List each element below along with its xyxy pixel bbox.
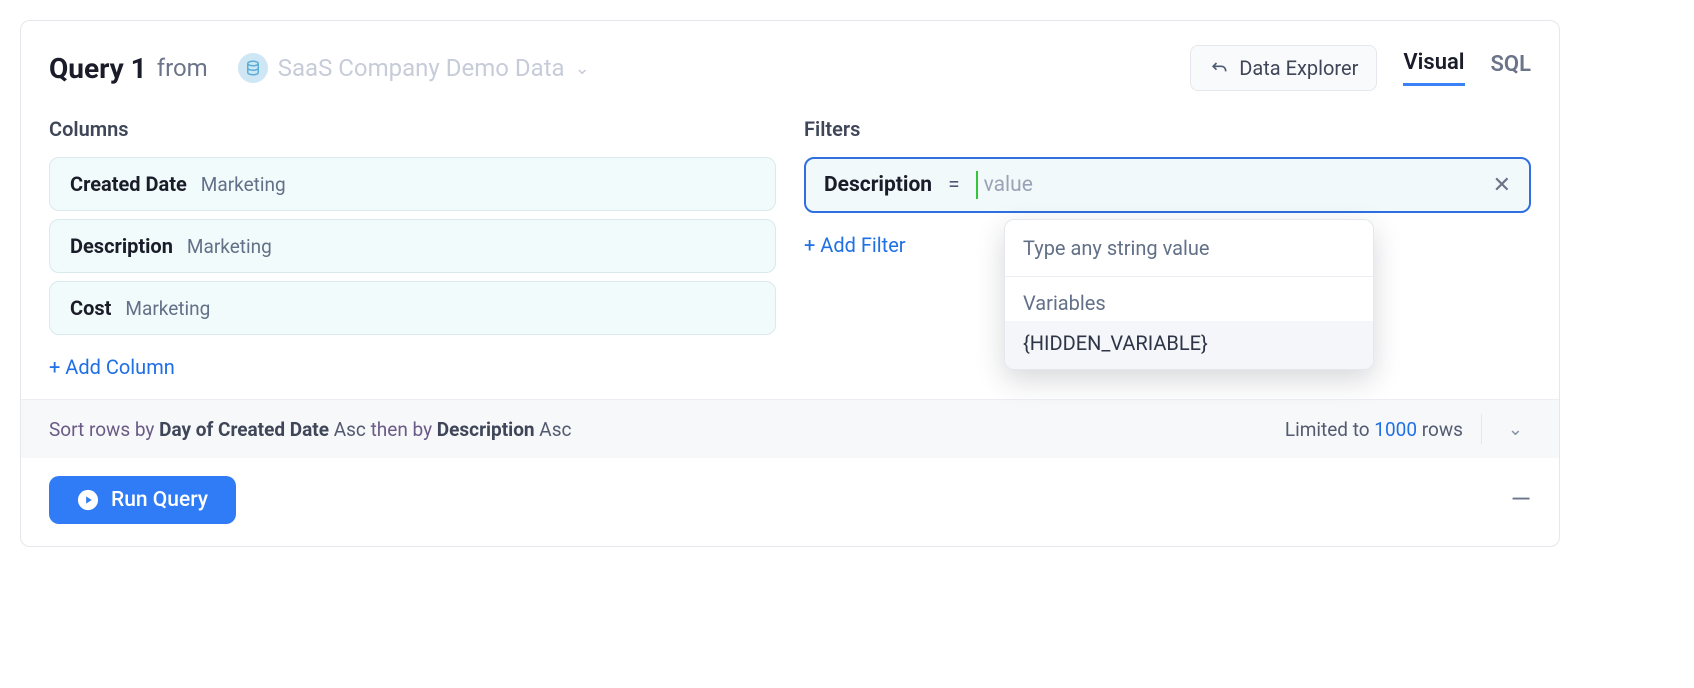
run-query-button[interactable]: Run Query <box>49 476 236 524</box>
row-limit[interactable]: Limited to 1000 rows <box>1285 418 1463 441</box>
divider <box>1481 414 1482 444</box>
back-arrow-icon <box>1209 58 1229 78</box>
limit-number: 1000 <box>1374 418 1417 441</box>
sort-field-1: Day of Created Date <box>159 418 329 441</box>
filter-field: Description <box>824 173 932 197</box>
filter-value-dropdown: Type any string value Variables {HIDDEN_… <box>1004 219 1374 370</box>
column-pill[interactable]: Description Marketing <box>49 219 776 273</box>
column-tag: Marketing <box>201 173 286 196</box>
dropdown-hint: Type any string value <box>1005 220 1373 277</box>
dropdown-group-label: Variables <box>1005 277 1373 321</box>
sort-dir-1: Asc <box>334 418 371 441</box>
minimize-icon[interactable]: — <box>1511 485 1531 515</box>
sort-bar: Sort rows by Day of Created Date Asc the… <box>21 399 1559 458</box>
columns-title: Columns <box>49 117 776 141</box>
limit-prefix: Limited to <box>1285 418 1374 441</box>
sort-prefix: Sort rows by <box>49 418 159 441</box>
filter-value-input[interactable] <box>976 171 1477 199</box>
run-bar: Run Query — <box>21 458 1559 546</box>
run-label: Run Query <box>111 488 208 512</box>
add-filter-link[interactable]: + Add Filter <box>804 233 906 257</box>
filters-title: Filters <box>804 117 1531 141</box>
header-right: Data Explorer Visual SQL <box>1190 45 1531 91</box>
header-bar: Query 1 from SaaS Company Demo Data ⌄ Da… <box>21 21 1559 99</box>
play-icon <box>77 489 99 511</box>
sort-bar-right: Limited to 1000 rows ⌄ <box>1285 414 1531 444</box>
filter-operator: = <box>948 173 960 197</box>
column-name: Cost <box>70 296 111 320</box>
from-label: from <box>157 54 208 82</box>
query-panel: Query 1 from SaaS Company Demo Data ⌄ Da… <box>20 20 1560 547</box>
datasource-name: SaaS Company Demo Data <box>278 54 565 82</box>
explorer-label: Data Explorer <box>1239 56 1358 80</box>
data-explorer-button[interactable]: Data Explorer <box>1190 45 1377 91</box>
datasource-icon <box>238 53 268 83</box>
datasource-selector[interactable]: SaaS Company Demo Data ⌄ <box>224 47 604 89</box>
column-tag: Marketing <box>187 235 272 258</box>
columns-section: Columns Created Date Marketing Descripti… <box>49 117 776 379</box>
column-pill[interactable]: Created Date Marketing <box>49 157 776 211</box>
column-tag: Marketing <box>125 297 210 320</box>
query-title: Query 1 <box>49 52 147 85</box>
filters-wrap: Description = ✕ Type any string value Va… <box>804 157 1531 213</box>
filter-pill[interactable]: Description = ✕ <box>804 157 1531 213</box>
tab-sql[interactable]: SQL <box>1491 52 1532 85</box>
filters-section: Filters Description = ✕ Type any string … <box>804 117 1531 379</box>
sort-then: then by <box>371 418 437 441</box>
chevron-down-icon[interactable]: ⌄ <box>1500 415 1531 444</box>
sort-description[interactable]: Sort rows by Day of Created Date Asc the… <box>49 418 571 441</box>
add-column-link[interactable]: + Add Column <box>49 355 175 379</box>
column-pill[interactable]: Cost Marketing <box>49 281 776 335</box>
sort-dir-2: Asc <box>539 418 571 441</box>
dropdown-item-variable[interactable]: {HIDDEN_VARIABLE} <box>1005 321 1373 369</box>
column-name: Created Date <box>70 172 187 196</box>
chevron-down-icon: ⌄ <box>575 58 590 79</box>
body: Columns Created Date Marketing Descripti… <box>21 99 1559 399</box>
column-name: Description <box>70 234 173 258</box>
tab-visual[interactable]: Visual <box>1403 50 1464 86</box>
header-left: Query 1 from SaaS Company Demo Data ⌄ <box>49 47 604 89</box>
close-icon[interactable]: ✕ <box>1493 173 1511 198</box>
sort-field-2: Description <box>437 418 535 441</box>
limit-suffix: rows <box>1417 418 1463 441</box>
